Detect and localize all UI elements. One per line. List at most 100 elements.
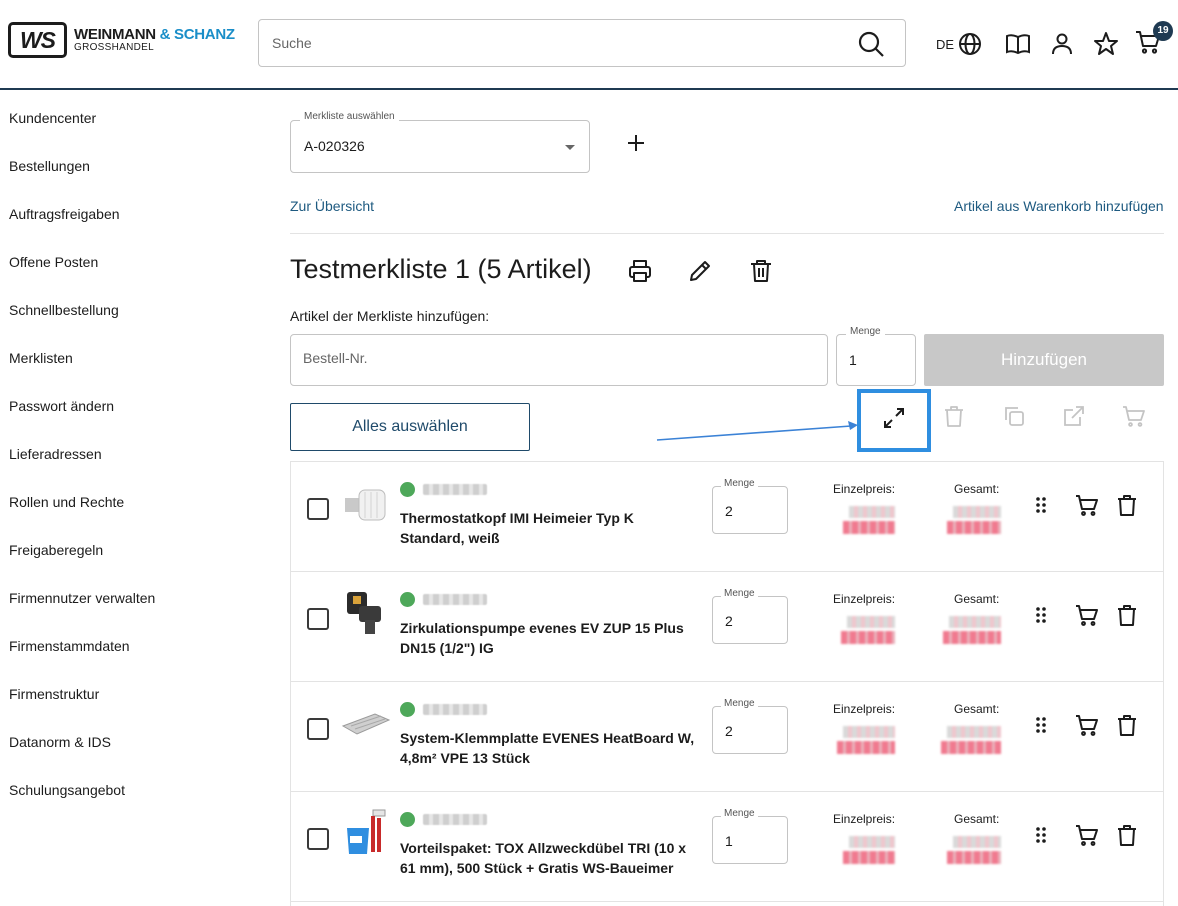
caret-down-icon [565,145,575,150]
sidebar-item-firmenstruktur[interactable]: Firmenstruktur [9,686,99,702]
site-header: WS WEINMANN & SCHANZ GROSSHANDEL DE [0,0,1178,90]
list-item: System-Klemmplatte EVENES HeatBoard W, 4… [291,682,1163,792]
add-wishlist-plus-icon[interactable] [624,131,648,155]
add-to-cart-icon[interactable] [1075,493,1099,517]
copy-icon[interactable] [1002,404,1026,428]
language-switcher[interactable]: DE [936,31,983,57]
sidebar-item-rollen[interactable]: Rollen und Rechte [9,494,124,510]
item-quantity-field[interactable] [712,486,788,534]
product-image [341,713,391,735]
item-quantity-value: 2 [725,723,733,739]
add-to-cart-icon[interactable] [1075,713,1099,737]
product-image [347,809,386,854]
item-checkbox[interactable] [307,718,329,740]
edit-pencil-icon[interactable] [687,258,713,284]
unit-price-redacted [843,836,895,866]
unit-price-label: Einzelpreis: [833,812,896,826]
quantity-label: Menge [846,326,885,337]
article-number-redacted [423,814,487,825]
item-name[interactable]: Vorteilspaket: TOX Allzweckdübel TRI (10… [400,838,695,878]
item-checkbox[interactable] [307,498,329,520]
item-quantity-field[interactable] [712,816,788,864]
drag-handle-icon[interactable] [1029,823,1053,847]
list-item: Zirkulationspumpe evenes EV ZUP 15 Plus … [291,572,1163,682]
item-quantity-field[interactable] [712,706,788,754]
add-to-cart-icon[interactable] [1075,603,1099,627]
sidebar-item-auftragsfreigaben[interactable]: Auftragsfreigaben [9,206,120,222]
drag-handle-icon[interactable] [1029,713,1053,737]
sidebar-item-freigaberegeln[interactable]: Freigaberegeln [9,542,103,558]
sidebar-item-lieferadressen[interactable]: Lieferadressen [9,446,102,462]
overview-link[interactable]: Zur Übersicht [290,198,374,214]
delete-item-trash-icon[interactable] [1115,493,1139,517]
delete-item-trash-icon[interactable] [1115,713,1139,737]
drag-handle-icon[interactable] [1029,603,1053,627]
unit-price-label: Einzelpreis: [833,482,896,496]
stock-status-dot [400,482,415,497]
add-to-cart-icon[interactable] [1075,823,1099,847]
wishlist-select-label: Merkliste auswählen [300,111,399,122]
delete-list-trash-icon[interactable] [748,258,774,284]
wishlist-items: Thermostatkopf IMI Heimeier Typ K Standa… [290,461,1164,906]
add-section-label: Artikel der Merkliste hinzufügen: [290,308,490,324]
catalog-book-icon[interactable] [1005,31,1031,57]
product-image [347,592,381,634]
total-price-redacted [947,836,1001,866]
item-quantity-label: Menge [721,698,758,709]
sidebar-item-offene-posten[interactable]: Offene Posten [9,254,98,270]
select-all-button[interactable]: Alles auswählen [290,403,530,451]
search-icon[interactable] [857,30,885,58]
brand-logo[interactable]: WS WEINMANN & SCHANZ GROSSHANDEL [8,22,235,58]
share-external-icon[interactable] [1062,404,1086,428]
item-quantity-field[interactable] [712,596,788,644]
item-quantity-label: Menge [721,808,758,819]
globe-icon [959,33,982,55]
add-button[interactable]: Hinzufügen [924,334,1164,386]
sidebar-item-schnellbestellung[interactable]: Schnellbestellung [9,302,119,318]
print-icon[interactable] [627,258,653,284]
total-label: Gesamt: [954,702,1000,716]
sidebar-item-schulungsangebot[interactable]: Schulungsangebot [9,782,125,798]
item-name[interactable]: System-Klemmplatte EVENES HeatBoard W, 4… [400,728,695,768]
quantity-field[interactable] [836,334,916,386]
sidebar-item-bestellungen[interactable]: Bestellungen [9,158,90,174]
article-number-redacted [423,484,487,495]
sidebar-item-passwort[interactable]: Passwort ändern [9,398,114,414]
drag-handle-icon[interactable] [1029,493,1053,517]
search-input[interactable] [272,35,832,51]
order-number-input[interactable] [303,350,803,366]
stock-status-dot [400,812,415,827]
expand-view-icon[interactable] [882,406,906,430]
wishlist-select-value: A-020326 [304,138,365,154]
delete-item-trash-icon[interactable] [1115,823,1139,847]
product-image [345,489,386,521]
annotation-arrow-icon [656,421,858,441]
sidebar-item-merklisten[interactable]: Merklisten [9,350,73,366]
header-cart[interactable]: 19 [1135,20,1174,60]
cart-count-badge: 19 [1153,20,1174,41]
total-label: Gesamt: [954,482,1000,496]
search-bar [258,19,906,67]
quantity-value: 1 [849,352,857,368]
unit-price-redacted [837,726,895,756]
item-quantity-value: 2 [725,503,733,519]
sidebar-item-firmennutzer[interactable]: Firmennutzer verwalten [9,590,155,606]
bulk-add-to-cart-icon[interactable] [1122,404,1146,428]
favorites-star-icon[interactable] [1093,31,1119,57]
item-name[interactable]: Thermostatkopf IMI Heimeier Typ K Standa… [400,508,695,548]
header-actions: DE 19 [936,20,1174,60]
unit-price-label: Einzelpreis: [833,592,896,606]
delete-item-trash-icon[interactable] [1115,603,1139,627]
bulk-delete-trash-icon[interactable] [942,404,966,428]
add-from-cart-link[interactable]: Artikel aus Warenkorb hinzufügen [954,198,1164,214]
list-item: Vorteilspaket: TOX Allzweckdübel TRI (10… [291,792,1163,902]
unit-price-redacted [843,506,895,536]
sidebar-item-firmenstammdaten[interactable]: Firmenstammdaten [9,638,130,654]
total-price-redacted [941,726,1001,756]
sidebar-item-datanorm[interactable]: Datanorm & IDS [9,734,111,750]
user-icon[interactable] [1049,31,1075,57]
item-checkbox[interactable] [307,608,329,630]
sidebar-item-kundencenter[interactable]: Kundencenter [9,110,96,126]
item-name[interactable]: Zirkulationspumpe evenes EV ZUP 15 Plus … [400,618,695,658]
item-checkbox[interactable] [307,828,329,850]
